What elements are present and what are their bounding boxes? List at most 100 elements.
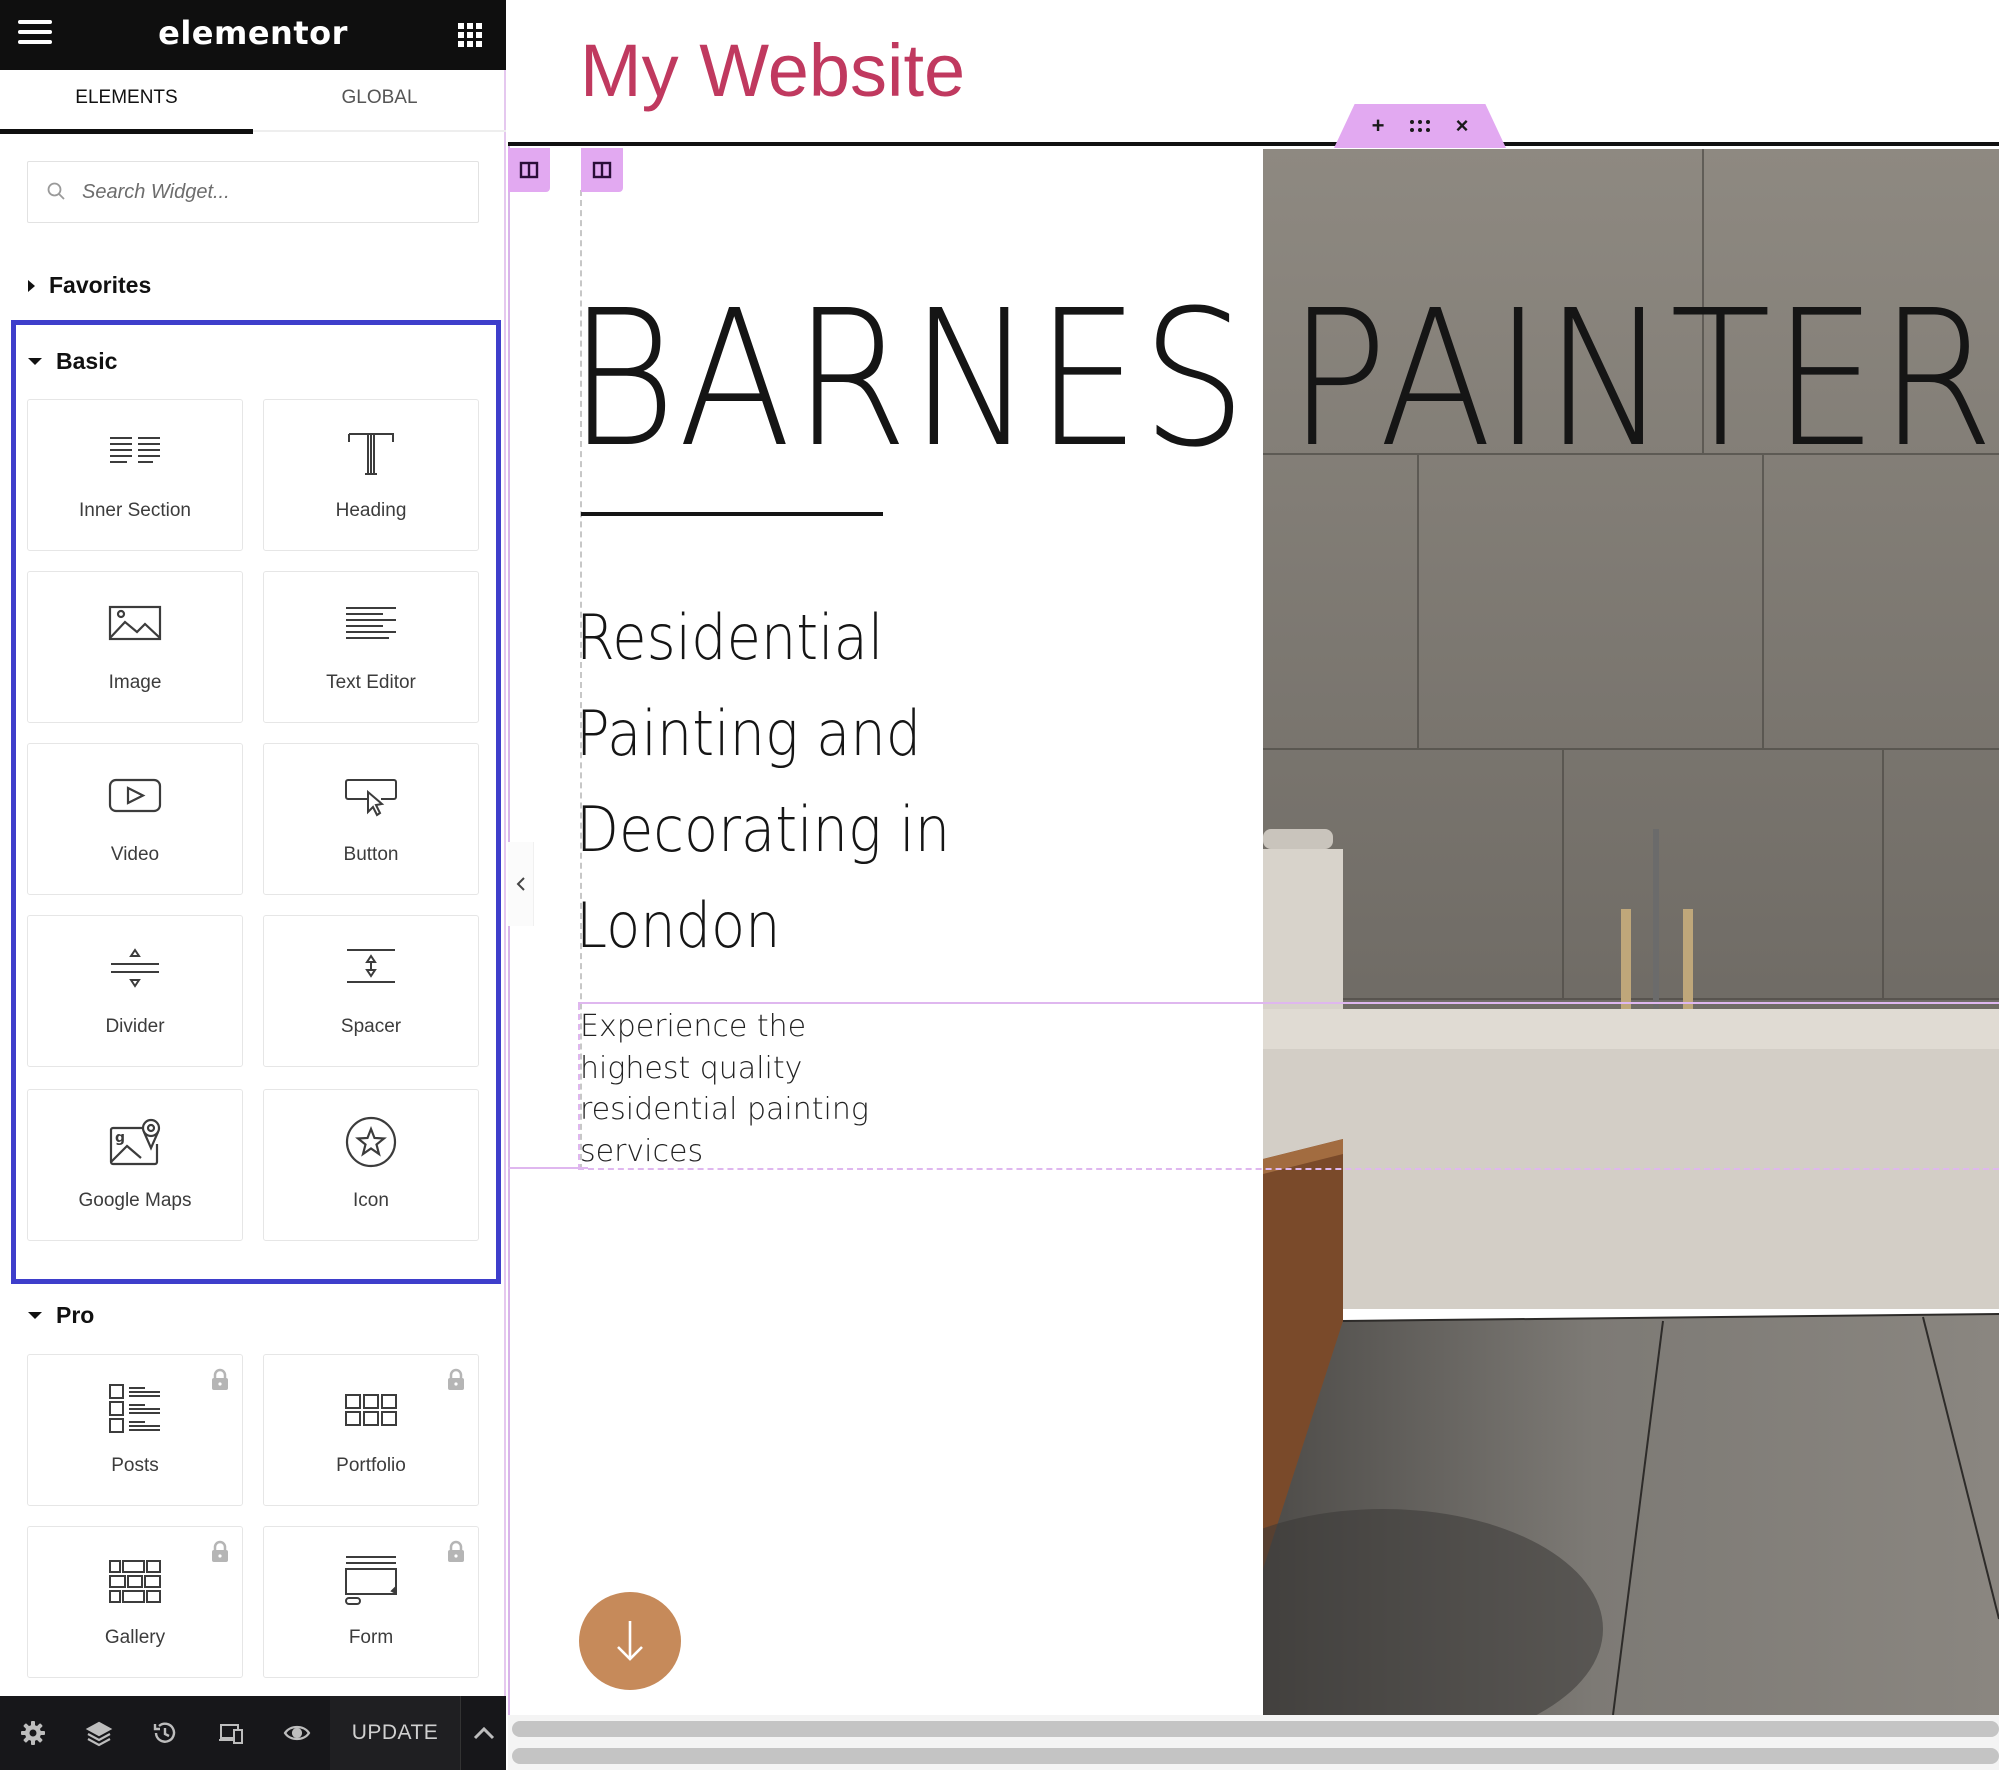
spacer-icon [343, 942, 399, 998]
lock-icon [448, 1368, 464, 1390]
history-icon[interactable] [132, 1696, 198, 1770]
category-favorites-toggle[interactable]: Favorites [28, 272, 151, 299]
paragraph-line: highest quality [580, 1050, 803, 1086]
video-icon [107, 770, 163, 826]
widget-heading[interactable]: Heading [263, 399, 479, 551]
horizontal-scrollbar[interactable] [512, 1721, 1999, 1737]
widget-label: Text Editor [326, 672, 416, 693]
widget-video[interactable]: Video [27, 743, 243, 895]
widget-label: Spacer [340, 1016, 402, 1037]
star-icon [343, 1116, 399, 1172]
arrow-down-icon [617, 1621, 643, 1661]
caret-down-icon [28, 358, 42, 365]
inner-column-edit-handle[interactable] [581, 148, 623, 192]
widget-label: Heading [335, 500, 407, 521]
delete-section-button[interactable]: × [1448, 112, 1476, 140]
paragraph-line: residential painting [580, 1092, 869, 1127]
widget-spacer[interactable]: Spacer [263, 915, 479, 1067]
lock-icon [212, 1368, 228, 1390]
caret-down-icon [28, 1312, 42, 1319]
header-divider [508, 142, 1999, 146]
subheading-line: Residential [576, 601, 884, 674]
update-button[interactable]: UPDATE [330, 1696, 460, 1770]
form-icon [343, 1553, 399, 1609]
preview-eye-icon[interactable] [264, 1696, 330, 1770]
widget-divider[interactable]: Divider [27, 915, 243, 1067]
widget-label: Posts [111, 1455, 159, 1476]
grid-apps-icon[interactable] [458, 23, 482, 47]
responsive-mode-icon[interactable] [198, 1696, 264, 1770]
tab-global[interactable]: GLOBAL [253, 70, 506, 132]
widget-inner-section[interactable]: Inner Section [27, 399, 243, 551]
intro-paragraph[interactable]: Experience the highest quality residenti… [580, 1006, 940, 1172]
category-basic-toggle[interactable]: Basic [28, 348, 117, 375]
widget-label: Form [348, 1627, 394, 1648]
widget-label: Divider [105, 1016, 165, 1037]
section-bottom-outline [508, 1167, 588, 1169]
widget-label: Video [110, 844, 160, 865]
hero-title-word-1[interactable]: BARNES [568, 286, 1248, 474]
widget-label: Image [108, 672, 162, 693]
svg-text:g: g [115, 1130, 125, 1146]
widget-google-maps[interactable]: g Google Maps [27, 1089, 243, 1241]
widget-form[interactable]: Form [263, 1526, 479, 1678]
heading-icon [343, 426, 399, 482]
widget-label: Google Maps [78, 1190, 192, 1211]
layers-navigator-icon[interactable] [66, 1696, 132, 1770]
add-section-button[interactable]: + [1364, 112, 1392, 140]
column-icon [519, 161, 539, 179]
category-pro-toggle[interactable]: Pro [28, 1302, 94, 1329]
category-title: Pro [56, 1302, 95, 1328]
widget-label: Button [343, 844, 399, 865]
scroll-down-button[interactable] [579, 1592, 681, 1690]
button-icon [343, 770, 399, 826]
image-icon [107, 598, 163, 654]
subheading[interactable]: Residential Painting and Decorating in L… [576, 590, 1044, 974]
text-editor-icon [343, 598, 399, 654]
inner-section-icon [107, 426, 163, 482]
divider-icon [107, 942, 163, 998]
elementor-logo: elementor [158, 14, 348, 52]
caret-right-icon [28, 279, 35, 292]
widget-portfolio[interactable]: Portfolio [263, 1354, 479, 1506]
paragraph-line: services [580, 1133, 704, 1169]
subheading-line: Painting and [576, 697, 922, 770]
category-title: Favorites [49, 272, 152, 298]
posts-icon [107, 1381, 163, 1437]
gallery-icon [107, 1553, 163, 1609]
widget-gallery[interactable]: Gallery [27, 1526, 243, 1678]
title-divider[interactable] [581, 512, 883, 516]
subheading-line: Decorating in [576, 793, 951, 866]
site-title[interactable]: My Website [580, 28, 965, 113]
editor-canvas: My Website + × BARNES PAINTER Residentia… [508, 0, 1999, 1770]
elementor-editor: elementor ELEMENTS GLOBAL Favorites Basi… [0, 0, 1999, 1770]
widget-posts[interactable]: Posts [27, 1354, 243, 1506]
section-toolbar: + × [1334, 104, 1506, 148]
widget-text-editor[interactable]: Text Editor [263, 571, 479, 723]
paragraph-line: Experience the [580, 1009, 807, 1044]
column-edit-handle[interactable] [508, 148, 550, 192]
category-title: Basic [56, 348, 118, 374]
lock-icon [448, 1540, 464, 1562]
search-widget-input[interactable] [82, 162, 462, 222]
tab-elements[interactable]: ELEMENTS [0, 70, 253, 134]
drag-handle-icon[interactable] [1406, 112, 1434, 140]
section-outline [508, 146, 510, 1716]
settings-gear-icon[interactable] [0, 1696, 66, 1770]
widget-label: Gallery [104, 1627, 166, 1648]
horizontal-scrollbar[interactable] [512, 1748, 1999, 1764]
lock-icon [212, 1540, 228, 1562]
widget-image[interactable]: Image [27, 571, 243, 723]
widget-label: Icon [353, 1190, 389, 1211]
panel-tabs: ELEMENTS GLOBAL [0, 70, 506, 134]
chevron-left-icon [516, 877, 525, 891]
widget-button[interactable]: Button [263, 743, 479, 895]
hero-title-word-2[interactable]: PAINTERS [1288, 286, 1999, 474]
widget-icon[interactable]: Icon [263, 1089, 479, 1241]
elementor-panel: elementor ELEMENTS GLOBAL Favorites Basi… [0, 0, 506, 1770]
chevron-up-icon[interactable] [460, 1696, 506, 1770]
column-icon [592, 161, 612, 179]
panel-footer: UPDATE [0, 1696, 506, 1770]
collapse-panel-handle[interactable] [508, 842, 534, 926]
search-icon [47, 182, 65, 200]
